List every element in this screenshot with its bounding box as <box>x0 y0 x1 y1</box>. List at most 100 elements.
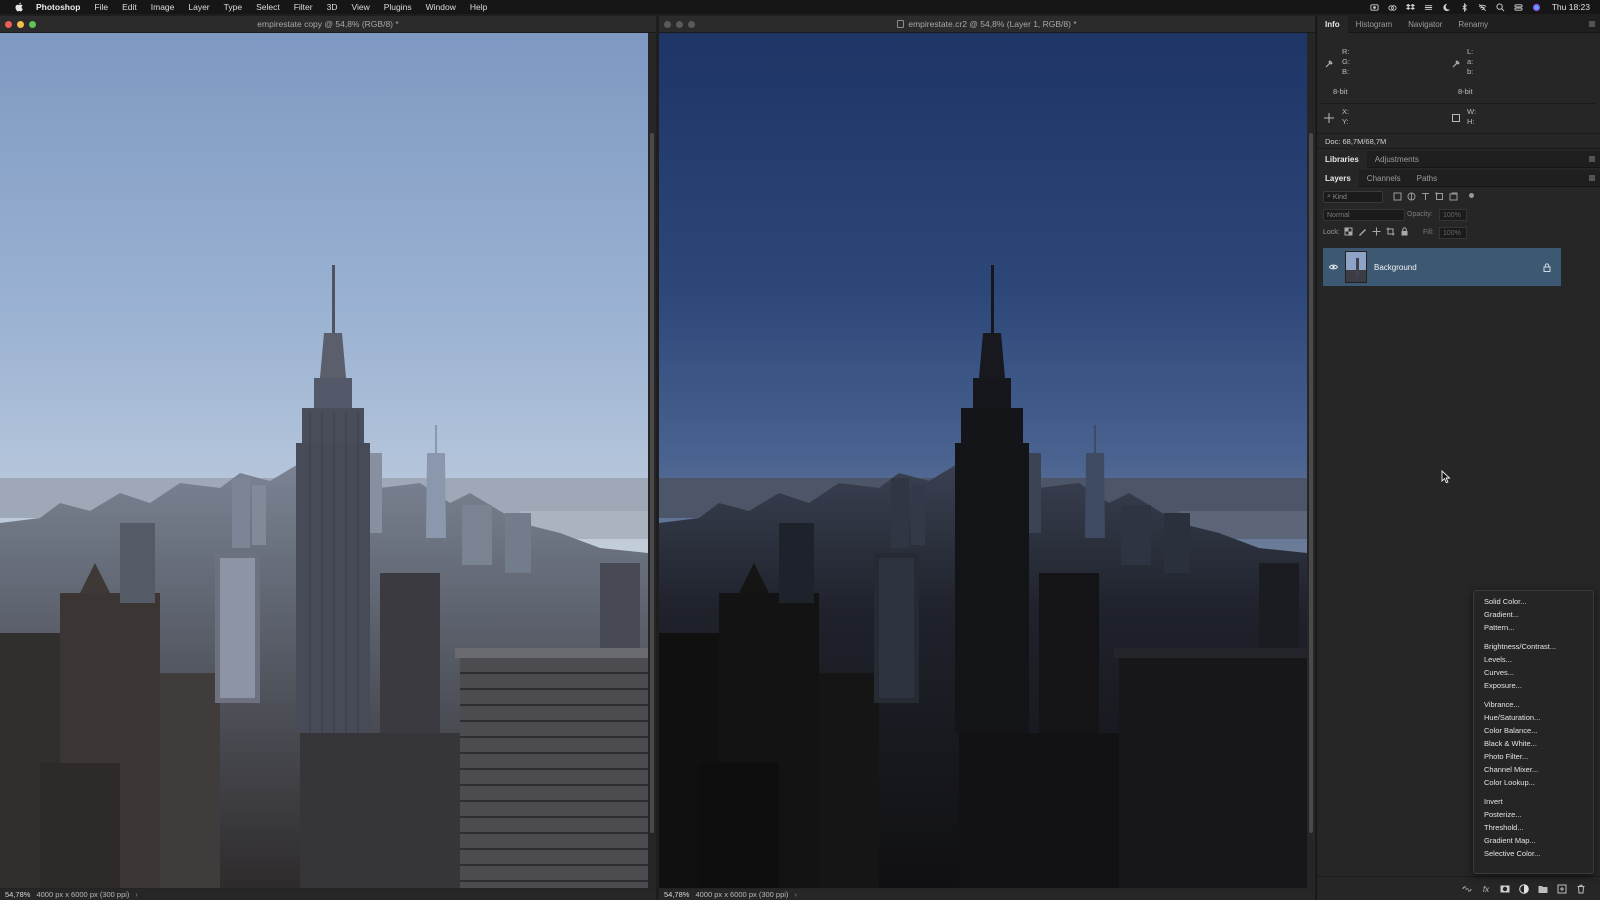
fill-field[interactable]: 100% <box>1439 227 1467 239</box>
scrollbar-thumb[interactable] <box>1309 133 1313 833</box>
link-layers-icon[interactable] <box>1462 884 1472 894</box>
layer-name[interactable]: Background <box>1374 263 1417 272</box>
zoom-window-button[interactable] <box>29 21 36 28</box>
minimize-window-button[interactable] <box>676 21 683 28</box>
window-titlebar[interactable]: empirestate copy @ 54,8% (RGB/8) * <box>0 16 656 33</box>
menu-view[interactable]: View <box>351 2 369 12</box>
delete-layer-trash-icon[interactable] <box>1576 884 1586 894</box>
adjustment-layer-filter-icon[interactable] <box>1407 192 1416 201</box>
menu-item-brightness-contrast[interactable]: Brightness/Contrast... <box>1474 640 1593 653</box>
screen-record-icon[interactable] <box>1370 3 1379 12</box>
menu-item-threshold[interactable]: Threshold... <box>1474 821 1593 834</box>
apple-menu-icon[interactable] <box>12 0 26 14</box>
tab-histogram[interactable]: Histogram <box>1348 16 1400 33</box>
menu-item-levels[interactable]: Levels... <box>1474 653 1593 666</box>
new-layer-icon[interactable] <box>1557 884 1567 894</box>
smart-object-filter-icon[interactable] <box>1449 192 1458 201</box>
new-group-folder-icon[interactable] <box>1538 884 1548 894</box>
window-titlebar[interactable]: empirestate.cr2 @ 54,8% (Layer 1, RGB/8)… <box>659 16 1315 33</box>
tab-libraries[interactable]: Libraries <box>1317 150 1367 168</box>
menu-window[interactable]: Window <box>426 2 456 12</box>
menu-3d[interactable]: 3D <box>327 2 338 12</box>
menu-item-black-white[interactable]: Black & White... <box>1474 737 1593 750</box>
doc-size-readout[interactable]: Doc: 68,7M/68,7M <box>1317 133 1600 149</box>
panel-menu-icon[interactable] <box>1588 174 1596 182</box>
tab-info[interactable]: Info <box>1317 15 1348 33</box>
menu-item-channel-mixer[interactable]: Channel Mixer... <box>1474 763 1593 776</box>
menu-edit[interactable]: Edit <box>122 2 137 12</box>
layer-lock-icon[interactable] <box>1543 263 1551 272</box>
layer-mask-icon[interactable] <box>1500 884 1510 894</box>
menu-item-invert[interactable]: Invert <box>1474 795 1593 808</box>
tab-paths[interactable]: Paths <box>1409 170 1445 187</box>
tab-renamy[interactable]: Renamy <box>1450 16 1496 33</box>
close-window-button[interactable] <box>664 21 671 28</box>
minimize-window-button[interactable] <box>17 21 24 28</box>
menu-file[interactable]: File <box>94 2 108 12</box>
eyedropper-icon[interactable] <box>1324 59 1334 69</box>
app-menu-photoshop[interactable]: Photoshop <box>36 2 80 12</box>
creative-cloud-icon[interactable] <box>1388 3 1397 12</box>
menu-type[interactable]: Type <box>224 2 242 12</box>
lock-pixels-icon[interactable] <box>1358 227 1367 236</box>
wifi-off-icon[interactable] <box>1478 3 1487 12</box>
menu-item-selective-color[interactable]: Selective Color... <box>1474 847 1593 860</box>
menu-item-hue-saturation[interactable]: Hue/Saturation... <box>1474 711 1593 724</box>
dropbox-icon[interactable] <box>1405 3 1415 12</box>
siri-icon[interactable] <box>1532 3 1541 12</box>
visibility-eye-icon[interactable] <box>1325 264 1341 270</box>
type-layer-filter-icon[interactable] <box>1421 192 1430 201</box>
vertical-scrollbar[interactable] <box>648 33 656 888</box>
menu-select[interactable]: Select <box>256 2 280 12</box>
menu-item-curves[interactable]: Curves... <box>1474 666 1593 679</box>
tab-navigator[interactable]: Navigator <box>1400 16 1450 33</box>
lock-artboard-icon[interactable] <box>1386 227 1395 236</box>
status-chevron-icon[interactable]: › <box>135 890 138 899</box>
zoom-level[interactable]: 54,78% <box>5 890 30 899</box>
menu-image[interactable]: Image <box>151 2 175 12</box>
close-window-button[interactable] <box>5 21 12 28</box>
adjustment-layer-icon[interactable] <box>1519 884 1529 894</box>
menu-help[interactable]: Help <box>470 2 487 12</box>
fx-layer-style-icon[interactable]: fx <box>1481 884 1491 894</box>
lock-all-icon[interactable] <box>1400 227 1409 236</box>
lock-transparency-icon[interactable] <box>1344 227 1353 236</box>
menu-item-posterize[interactable]: Posterize... <box>1474 808 1593 821</box>
scrollbar-thumb[interactable] <box>650 133 654 833</box>
opacity-field[interactable]: 100% <box>1439 209 1467 221</box>
stack-icon[interactable] <box>1424 3 1433 12</box>
tab-layers[interactable]: Layers <box>1317 169 1359 187</box>
menu-item-photo-filter[interactable]: Photo Filter... <box>1474 750 1593 763</box>
menu-item-pattern[interactable]: Pattern... <box>1474 621 1593 634</box>
menu-item-color-balance[interactable]: Color Balance... <box>1474 724 1593 737</box>
menubar-clock[interactable]: Thu 18:23 <box>1552 2 1590 12</box>
panel-menu-icon[interactable] <box>1588 155 1596 163</box>
filter-toggle-icon[interactable] <box>1469 193 1474 198</box>
tab-channels[interactable]: Channels <box>1359 170 1409 187</box>
tab-adjustments[interactable]: Adjustments <box>1367 151 1427 168</box>
menu-item-solid-color[interactable]: Solid Color... <box>1474 595 1593 608</box>
status-chevron-icon[interactable]: › <box>794 890 797 899</box>
menu-plugins[interactable]: Plugins <box>384 2 412 12</box>
menu-layer[interactable]: Layer <box>188 2 209 12</box>
lock-position-icon[interactable] <box>1372 227 1381 236</box>
menu-item-vibrance[interactable]: Vibrance... <box>1474 698 1593 711</box>
pixel-layer-filter-icon[interactable] <box>1393 192 1402 201</box>
menu-item-exposure[interactable]: Exposure... <box>1474 679 1593 692</box>
document-canvas[interactable] <box>659 33 1307 888</box>
control-center-icon[interactable] <box>1514 3 1523 12</box>
blend-mode-select[interactable]: Normal <box>1323 209 1405 221</box>
night-mode-icon[interactable] <box>1442 3 1451 12</box>
panel-menu-icon[interactable] <box>1588 20 1596 28</box>
menu-item-gradient[interactable]: Gradient... <box>1474 608 1593 621</box>
zoom-level[interactable]: 54,78% <box>664 890 689 899</box>
document-canvas[interactable] <box>0 33 648 888</box>
layer-row-background[interactable]: Background <box>1323 248 1561 286</box>
zoom-window-button[interactable] <box>688 21 695 28</box>
bluetooth-icon[interactable] <box>1460 2 1469 12</box>
menu-item-color-lookup[interactable]: Color Lookup... <box>1474 776 1593 789</box>
eyedropper-icon[interactable] <box>1451 59 1461 69</box>
shape-layer-filter-icon[interactable] <box>1435 192 1444 201</box>
menu-item-gradient-map[interactable]: Gradient Map... <box>1474 834 1593 847</box>
layer-kind-filter[interactable]: ⌕ Kind <box>1323 191 1383 203</box>
